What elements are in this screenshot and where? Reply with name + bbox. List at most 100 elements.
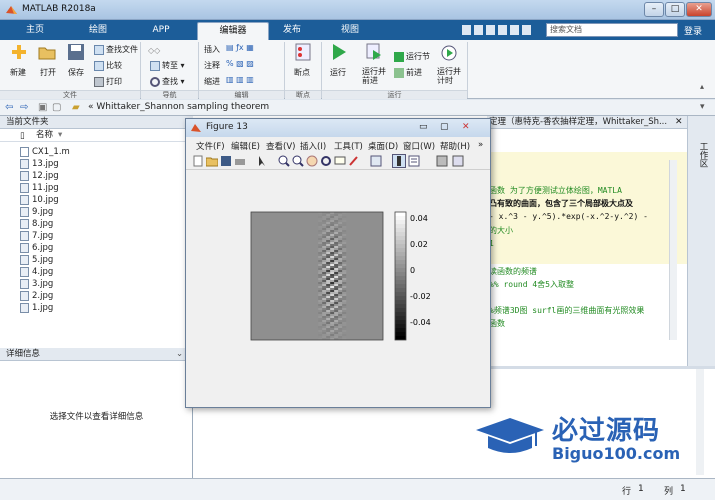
file-item[interactable]: 10.jpg	[20, 194, 59, 206]
run-button[interactable]: 运行	[330, 67, 346, 78]
heatmap-cell	[326, 234, 331, 236]
menu-file[interactable]: 文件(F)	[196, 140, 225, 152]
image-file-icon	[20, 158, 29, 169]
search-docs-input[interactable]: 搜索文档	[546, 23, 678, 37]
file-item[interactable]: 1.jpg	[20, 302, 53, 314]
file-item[interactable]: 5.jpg	[20, 254, 53, 266]
open-file-icon[interactable]	[206, 155, 218, 167]
hide-plot-tools-icon[interactable]	[436, 155, 448, 167]
figure-close-button[interactable]: ✕	[462, 119, 470, 136]
file-item[interactable]: 9.jpg	[20, 206, 53, 218]
goto-button[interactable]: 转至 ▾	[150, 60, 185, 71]
compare-button[interactable]: 比较	[94, 60, 122, 71]
up-folder-icon[interactable]: ▣	[38, 102, 47, 113]
forward-arrow-icon[interactable]: ⇨	[20, 102, 28, 113]
menu-tools[interactable]: 工具(T)	[334, 140, 363, 152]
file-item[interactable]: CX1_1.m	[20, 146, 70, 158]
quick-access-toolbar[interactable]	[460, 24, 540, 36]
menu-desktop[interactable]: 桌面(D)	[368, 140, 398, 152]
run-section-button[interactable]: 运行节	[394, 51, 430, 62]
figure-maximize-button[interactable]: ▢	[440, 119, 449, 136]
browse-folder-icon[interactable]: ▢	[52, 102, 61, 113]
save-button[interactable]: 保存	[68, 67, 84, 78]
collapse-ribbon-icon[interactable]: ▴	[700, 82, 704, 91]
details-header[interactable]: 详细信息 ⌄	[0, 348, 193, 361]
indent-tool-icons[interactable]: ▥ ▥ ▥	[226, 75, 254, 84]
column-header[interactable]: ▯ 名称 ▾	[0, 129, 193, 142]
new-figure-icon[interactable]	[192, 155, 204, 167]
file-item[interactable]: 7.jpg	[20, 230, 53, 242]
link-plot-icon[interactable]	[370, 155, 382, 167]
file-item[interactable]: 12.jpg	[20, 170, 59, 182]
file-item[interactable]: 4.jpg	[20, 266, 53, 278]
heatmap-cell	[326, 254, 331, 256]
find-button[interactable]: 查找 ▾	[150, 76, 185, 87]
menu-insert[interactable]: 插入(I)	[300, 140, 326, 152]
legend-toggle-icon[interactable]	[408, 155, 420, 167]
menu-view[interactable]: 查看(V)	[266, 140, 295, 152]
tab-view[interactable]: 视图	[320, 22, 380, 40]
figure-title-bar[interactable]: Figure 13 ▭ ▢ ✕	[186, 119, 490, 137]
path-dropdown-icon[interactable]: ▾	[700, 102, 705, 112]
nav-back-forward-icon[interactable]: ◇◇	[148, 46, 160, 55]
editor-close-icon[interactable]: ✕	[675, 117, 683, 127]
zoom-in-icon[interactable]	[278, 155, 290, 167]
back-arrow-icon[interactable]: ⇦	[5, 102, 13, 113]
edit-tool-icons[interactable]: ▤ ƒx ▦	[226, 43, 254, 52]
maximize-button[interactable]: □	[665, 2, 685, 17]
save-figure-icon[interactable]	[220, 155, 232, 167]
heatmap-cell	[334, 266, 339, 268]
colorbar-toggle-icon[interactable]	[392, 154, 406, 168]
brush-icon[interactable]	[348, 155, 360, 167]
close-button[interactable]: ✕	[686, 2, 712, 17]
find-files-button[interactable]: 查找文件	[94, 44, 138, 55]
editor-scrollbar[interactable]	[669, 160, 677, 340]
comment-tool-icons[interactable]: % ▧ ▨	[226, 59, 254, 68]
run-and-time-button[interactable]: 运行并 计时	[437, 67, 461, 85]
insert-button[interactable]: 插入	[204, 44, 220, 55]
current-path[interactable]: « Whittaker_Shannon sampling theorem	[88, 102, 269, 112]
menu-help[interactable]: 帮助(H)	[440, 140, 470, 152]
pan-icon[interactable]	[306, 155, 318, 167]
new-button[interactable]: 新建	[10, 67, 26, 78]
figure-window[interactable]: Figure 13 ▭ ▢ ✕ 文件(F) 编辑(E) 查看(V) 插入(I) …	[185, 118, 491, 408]
open-button[interactable]: 打开	[40, 67, 56, 78]
data-cursor-icon[interactable]	[334, 155, 346, 167]
advance-button[interactable]: 前进	[394, 67, 422, 78]
menu-overflow-icon[interactable]: »	[478, 140, 483, 150]
menu-edit[interactable]: 编辑(E)	[231, 140, 260, 152]
run-advance-button[interactable]: 运行并 前进	[362, 67, 386, 85]
tab-apps[interactable]: APP	[131, 22, 191, 40]
file-item[interactable]: 8.jpg	[20, 218, 53, 230]
print-figure-icon[interactable]	[234, 155, 246, 167]
heatmap-cell	[342, 244, 347, 246]
menu-window[interactable]: 窗口(W)	[403, 140, 435, 152]
rotate-icon[interactable]	[320, 155, 332, 167]
heatmap-cell	[322, 272, 327, 274]
tab-plots[interactable]: 绘图	[68, 22, 128, 40]
heatmap-cell	[334, 324, 339, 326]
heatmap-cell	[342, 230, 347, 232]
file-item[interactable]: 6.jpg	[20, 242, 53, 254]
zoom-out-icon[interactable]	[292, 155, 304, 167]
indent-button[interactable]: 缩进	[204, 76, 220, 87]
heatmap-cell	[338, 222, 343, 224]
tab-publish[interactable]: 发布	[262, 22, 322, 40]
comment-button[interactable]: 注释	[204, 60, 220, 71]
file-item[interactable]: 13.jpg	[20, 158, 59, 170]
breakpoints-button[interactable]: 断点	[294, 67, 310, 78]
workspace-side-panel[interactable]: 工作区	[687, 116, 715, 366]
collapse-icon[interactable]: ⌄	[176, 348, 183, 360]
tab-home[interactable]: 主页	[5, 22, 65, 40]
show-plot-tools-icon[interactable]	[452, 155, 464, 167]
login-link[interactable]: 登录	[684, 24, 702, 37]
file-item[interactable]: 3.jpg	[20, 278, 53, 290]
heatmap-cell	[338, 226, 343, 228]
figure-minimize-button[interactable]: ▭	[419, 119, 428, 136]
minimize-button[interactable]: –	[644, 2, 664, 17]
file-item[interactable]: 2.jpg	[20, 290, 53, 302]
pointer-icon[interactable]	[256, 155, 268, 167]
tab-editor[interactable]: 编辑器	[197, 22, 269, 40]
file-item[interactable]: 11.jpg	[20, 182, 59, 194]
print-button[interactable]: 打印	[94, 76, 122, 87]
